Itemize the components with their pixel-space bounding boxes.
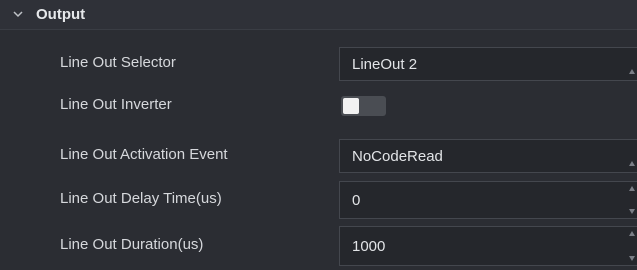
decrement-arrow-icon[interactable] — [629, 256, 635, 261]
toggle-knob — [343, 98, 359, 114]
line-out-activation-event-dropdown[interactable]: NoCodeRead — [339, 139, 637, 173]
line-out-selector-dropdown[interactable]: LineOut 2 — [339, 47, 637, 81]
line-out-activation-event-value: NoCodeRead — [352, 148, 443, 165]
line-out-inverter-toggle[interactable] — [341, 96, 386, 116]
increment-arrow-icon[interactable] — [629, 231, 635, 236]
section-title: Output — [36, 6, 86, 23]
line-out-inverter-label: Line Out Inverter — [60, 96, 172, 113]
line-out-selector-value: LineOut 2 — [352, 56, 418, 73]
scroll-indicator-icon — [629, 161, 635, 166]
line-out-activation-event-label: Line Out Activation Event — [60, 146, 228, 163]
scroll-indicator-icon — [629, 69, 635, 74]
line-out-duration-value: 1000 — [352, 238, 386, 255]
line-out-inverter-row: Line Out Inverter — [0, 86, 637, 126]
line-out-selector-row: Line Out Selector LineOut 2 — [0, 44, 637, 84]
output-section-header[interactable]: Output — [0, 0, 637, 30]
line-out-duration-label: Line Out Duration(us) — [60, 236, 204, 253]
line-out-delay-time-value: 0 — [352, 192, 361, 209]
line-out-duration-input[interactable]: 1000 — [339, 226, 637, 266]
line-out-activation-event-row: Line Out Activation Event NoCodeRead — [0, 136, 637, 176]
line-out-selector-label: Line Out Selector — [60, 54, 176, 71]
decrement-arrow-icon[interactable] — [629, 209, 635, 214]
line-out-delay-time-label: Line Out Delay Time(us) — [60, 190, 222, 207]
line-out-delay-time-row: Line Out Delay Time(us) 0 — [0, 180, 637, 220]
increment-arrow-icon[interactable] — [629, 186, 635, 191]
line-out-duration-row: Line Out Duration(us) 1000 — [0, 224, 637, 266]
line-out-delay-time-input[interactable]: 0 — [339, 181, 637, 219]
chevron-down-icon[interactable] — [12, 8, 24, 20]
